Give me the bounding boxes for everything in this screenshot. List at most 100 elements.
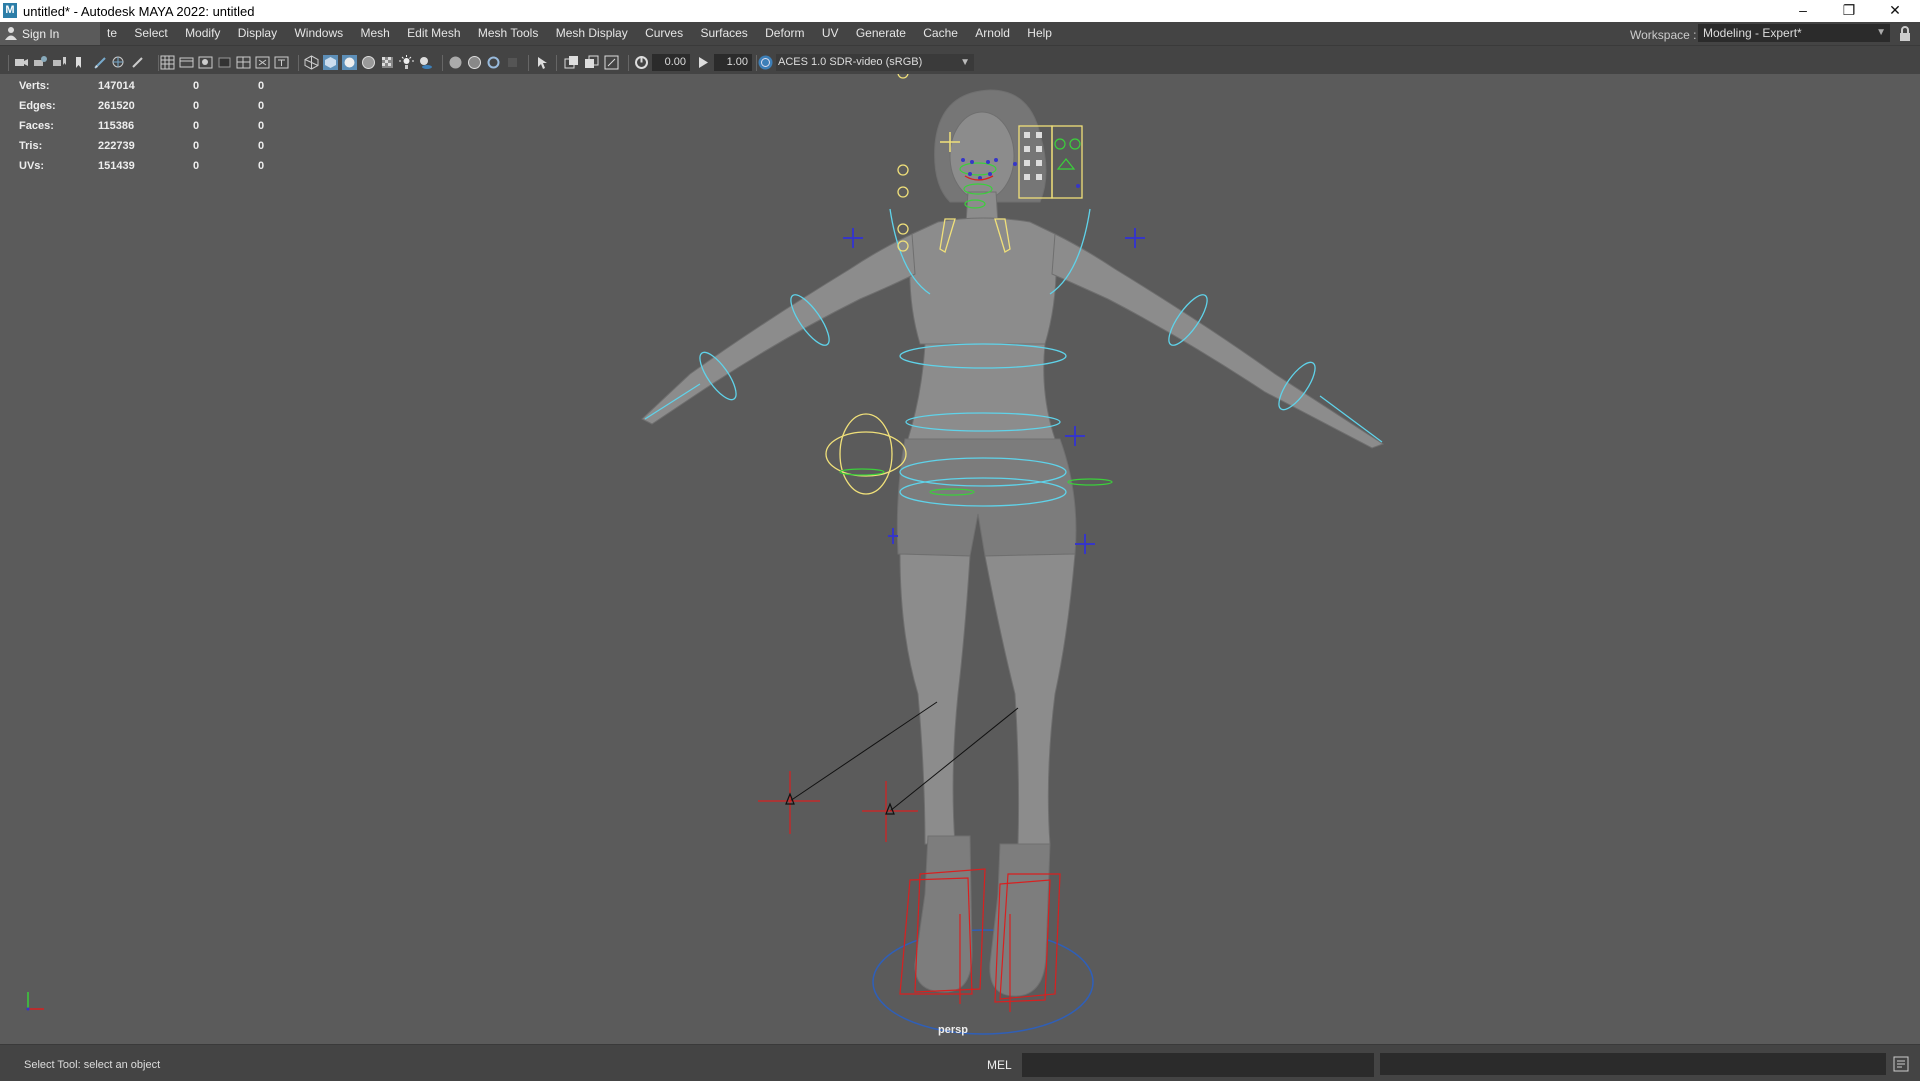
- field-chart-icon[interactable]: [236, 55, 251, 70]
- fit-panel-icon[interactable]: [604, 55, 619, 70]
- user-icon: [5, 27, 17, 40]
- hud-row-edges: Edges: 261520 0 0: [0, 100, 280, 116]
- help-line: Select Tool: select an object: [24, 1059, 161, 1071]
- knee-locators[interactable]: [758, 771, 918, 842]
- film-gate-icon[interactable]: [179, 55, 194, 70]
- toolbar-separator: [158, 55, 159, 71]
- hud-components: 0: [258, 80, 265, 92]
- hud-components: 0: [258, 120, 265, 132]
- image-icon[interactable]: [111, 55, 126, 70]
- shadows-icon[interactable]: [418, 55, 433, 70]
- menu-modify[interactable]: Modify: [185, 26, 220, 40]
- isolate-icon[interactable]: [448, 55, 463, 70]
- sign-in-button[interactable]: Sign In: [0, 22, 100, 45]
- hud-components: 0: [258, 160, 265, 172]
- hud-row-verts: Verts: 147014 0 0: [0, 80, 280, 96]
- hud-components: 0: [258, 100, 265, 112]
- menu-help[interactable]: Help: [1027, 26, 1052, 40]
- toolbar-separator: [628, 55, 629, 71]
- menu-te[interactable]: te: [107, 26, 117, 40]
- menu-mesh[interactable]: Mesh: [360, 26, 389, 40]
- lock-icon[interactable]: [1898, 26, 1912, 41]
- grease-pencil-icon[interactable]: [93, 55, 108, 70]
- xray-icon[interactable]: [467, 55, 482, 70]
- command-line-result: [1380, 1053, 1886, 1075]
- gamma-field[interactable]: 1.00: [714, 54, 752, 71]
- frame-selected-icon[interactable]: [584, 55, 599, 70]
- command-line-input[interactable]: [1022, 1053, 1374, 1077]
- menu-mesh-display[interactable]: Mesh Display: [556, 26, 628, 40]
- hud-selected: 0: [193, 100, 200, 112]
- menu-arnold[interactable]: Arnold: [975, 26, 1010, 40]
- camera-icon[interactable]: [14, 55, 29, 70]
- camera-attr-icon[interactable]: [33, 55, 48, 70]
- safe-action-icon[interactable]: [255, 55, 270, 70]
- hud-selected: 0: [193, 120, 200, 132]
- select-camera-icon[interactable]: [534, 55, 549, 70]
- xray-joints-icon[interactable]: [486, 55, 501, 70]
- image-plane-icon[interactable]: [71, 55, 86, 70]
- menu-mesh-tools[interactable]: Mesh Tools: [478, 26, 538, 40]
- default-material-icon[interactable]: [342, 55, 357, 70]
- sign-in-label: Sign In: [22, 27, 60, 41]
- wireframe-icon[interactable]: [304, 55, 319, 70]
- grid-icon[interactable]: [160, 55, 175, 70]
- mel-language-toggle[interactable]: MEL: [987, 1058, 1012, 1072]
- menu-surfaces[interactable]: Surfaces: [700, 26, 747, 40]
- exposure-icon[interactable]: [634, 55, 649, 70]
- frame-all-icon[interactable]: [564, 55, 579, 70]
- menu-windows[interactable]: Windows: [294, 26, 343, 40]
- maximize-button[interactable]: ❐: [1826, 0, 1872, 22]
- safe-title-icon[interactable]: [274, 55, 289, 70]
- workspace-value: Modeling - Expert*: [1703, 26, 1802, 40]
- exposure-field[interactable]: 0.00: [652, 54, 690, 71]
- menu-curves[interactable]: Curves: [645, 26, 683, 40]
- minimize-button[interactable]: –: [1780, 0, 1826, 22]
- pole-vector-lines: [789, 701, 1019, 812]
- hud-selected: 0: [193, 80, 200, 92]
- workspace-dropdown[interactable]: Modeling - Expert* ▼: [1698, 24, 1890, 42]
- menu-cache[interactable]: Cache: [923, 26, 958, 40]
- perspective-viewport[interactable]: Verts: 147014 0 0 Edges: 261520 0 0 Face…: [0, 74, 1920, 1044]
- hud-row-tris: Tris: 222739 0 0: [0, 140, 280, 156]
- menu-select[interactable]: Select: [134, 26, 167, 40]
- script-editor-icon[interactable]: [1893, 1056, 1909, 1072]
- hud-total: 147014: [98, 80, 135, 92]
- color-space-value: ACES 1.0 SDR-video (sRGB): [778, 56, 923, 68]
- gamma-icon[interactable]: [696, 55, 711, 70]
- hud-selected: 0: [193, 160, 200, 172]
- bookmark-icon[interactable]: [52, 55, 67, 70]
- smooth-shade-icon[interactable]: [323, 55, 338, 70]
- menu-deform[interactable]: Deform: [765, 26, 804, 40]
- camera-name-label: persp: [938, 1024, 968, 1036]
- hud-components: 0: [258, 140, 265, 152]
- world-control[interactable]: [872, 929, 1094, 1035]
- scene-view[interactable]: [0, 74, 1920, 1044]
- menu-display[interactable]: Display: [238, 26, 277, 40]
- hud-selected: 0: [193, 140, 200, 152]
- backface-icon[interactable]: [505, 55, 520, 70]
- lights-icon[interactable]: [399, 55, 414, 70]
- close-button[interactable]: ✕: [1872, 0, 1918, 22]
- menu-generate[interactable]: Generate: [856, 26, 906, 40]
- shaded-wire-icon[interactable]: [361, 55, 376, 70]
- menu-bar: Sign In te Select Modify Display Windows…: [0, 22, 1920, 46]
- menu-uv[interactable]: UV: [822, 26, 839, 40]
- hud-label: Edges:: [19, 100, 56, 112]
- pencil-icon[interactable]: [130, 55, 145, 70]
- status-bar: Select Tool: select an object MEL: [0, 1044, 1920, 1081]
- view-transform-icon[interactable]: [758, 55, 773, 70]
- toolbar-separator: [556, 55, 557, 71]
- panel-toolbar: 0.00 1.00 ACES 1.0 SDR-video (sRGB) ▼: [0, 52, 1920, 74]
- title-bar: M untitled* - Autodesk MAYA 2022: untitl…: [0, 0, 1920, 22]
- menu-edit-mesh[interactable]: Edit Mesh: [407, 26, 460, 40]
- toolbar-separator: [298, 55, 299, 71]
- window-title: untitled* - Autodesk MAYA 2022: untitled: [23, 4, 255, 19]
- color-space-dropdown[interactable]: ACES 1.0 SDR-video (sRGB) ▼: [776, 54, 974, 71]
- resolution-gate-icon[interactable]: [198, 55, 213, 70]
- hud-label: Verts:: [19, 80, 50, 92]
- main-menus: te Select Modify Display Windows Mesh Ed…: [100, 26, 1059, 40]
- character-mesh[interactable]: [641, 89, 1385, 997]
- textured-icon[interactable]: [380, 55, 395, 70]
- gate-mask-icon[interactable]: [217, 55, 232, 70]
